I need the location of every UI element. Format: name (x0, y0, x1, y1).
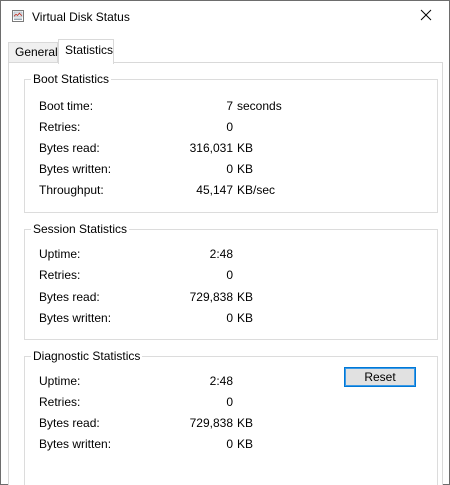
diagnostic-statistics-title: Diagnostic Statistics (31, 349, 143, 363)
diag-retries-row: Retries: 0 (39, 394, 419, 410)
diag-bytes-written-value: 0 (226, 437, 233, 451)
boot-retries-label: Retries: (39, 120, 81, 134)
session-statistics-title: Session Statistics (31, 222, 130, 236)
session-bytes-written-row: Bytes written: 0 KB (39, 310, 419, 326)
session-retries-label: Retries: (39, 268, 81, 282)
title-bar[interactable]: Virtual Disk Status (1, 1, 449, 32)
boot-throughput-label: Throughput: (39, 183, 104, 197)
boot-bytes-read-unit: KB (237, 141, 254, 155)
boot-time-unit: seconds (237, 99, 282, 113)
tab-statistics[interactable]: Statistics (58, 39, 114, 64)
session-uptime-value: 2:48 (209, 247, 233, 261)
boot-bytes-written-label: Bytes written: (39, 162, 112, 176)
diag-uptime-row: Uptime: 2:48 (39, 373, 419, 389)
boot-throughput-unit: KB/sec (237, 183, 276, 197)
session-bytes-read-unit: KB (237, 290, 254, 304)
dialog-window: Virtual Disk Status General Statistics B… (0, 0, 450, 485)
session-bytes-written-unit: KB (237, 311, 254, 325)
session-bytes-written-value: 0 (226, 311, 233, 325)
boot-bytes-read-label: Bytes read: (39, 141, 100, 155)
session-retries-row: Retries: 0 (39, 267, 419, 283)
diag-bytes-written-row: Bytes written: 0 KB (39, 436, 419, 452)
boot-retries-value: 0 (226, 120, 233, 134)
boot-bytes-written-row: Bytes written: 0 KB (39, 161, 419, 177)
boot-time-row: Boot time: 7 seconds (39, 98, 419, 114)
diag-bytes-written-unit: KB (237, 437, 254, 451)
session-bytes-written-label: Bytes written: (39, 311, 112, 325)
boot-throughput-row: Throughput: 45,147 KB/sec (39, 182, 419, 198)
diag-retries-label: Retries: (39, 395, 81, 409)
diag-bytes-read-row: Bytes read: 729,838 KB (39, 415, 419, 431)
session-retries-value: 0 (226, 268, 233, 282)
session-statistics-group: Session Statistics Uptime: 2:48 Retries:… (24, 222, 438, 340)
boot-bytes-read-value: 316,031 (189, 141, 233, 155)
tab-general[interactable]: General (8, 42, 58, 62)
diag-bytes-read-unit: KB (237, 416, 254, 430)
diag-uptime-label: Uptime: (39, 374, 81, 388)
virtual-disk-icon (11, 9, 25, 23)
session-bytes-read-row: Bytes read: 729,838 KB (39, 289, 419, 305)
boot-statistics-title: Boot Statistics (31, 72, 112, 86)
close-icon (420, 9, 432, 24)
diag-bytes-read-value: 729,838 (189, 416, 233, 430)
statistics-panel: Boot Statistics Boot time: 7 seconds Ret… (8, 62, 443, 485)
boot-bytes-read-row: Bytes read: 316,031 KB (39, 140, 419, 156)
diagnostic-statistics-group: Diagnostic Statistics Reset Uptime: 2:48… (24, 349, 438, 485)
boot-statistics-group: Boot Statistics Boot time: 7 seconds Ret… (24, 72, 438, 213)
session-bytes-read-label: Bytes read: (39, 290, 100, 304)
session-uptime-row: Uptime: 2:48 (39, 246, 419, 262)
diag-retries-value: 0 (226, 395, 233, 409)
diag-bytes-written-label: Bytes written: (39, 437, 112, 451)
window-title: Virtual Disk Status (32, 10, 130, 24)
session-bytes-read-value: 729,838 (189, 290, 233, 304)
boot-bytes-written-value: 0 (226, 162, 233, 176)
boot-retries-row: Retries: 0 (39, 119, 419, 135)
diag-uptime-value: 2:48 (209, 374, 233, 388)
boot-bytes-written-unit: KB (237, 162, 254, 176)
boot-time-value: 7 (226, 99, 233, 113)
close-button[interactable] (403, 1, 449, 32)
diag-bytes-read-label: Bytes read: (39, 416, 100, 430)
session-uptime-label: Uptime: (39, 247, 81, 261)
boot-throughput-value: 45,147 (196, 183, 233, 197)
boot-time-label: Boot time: (39, 99, 94, 113)
